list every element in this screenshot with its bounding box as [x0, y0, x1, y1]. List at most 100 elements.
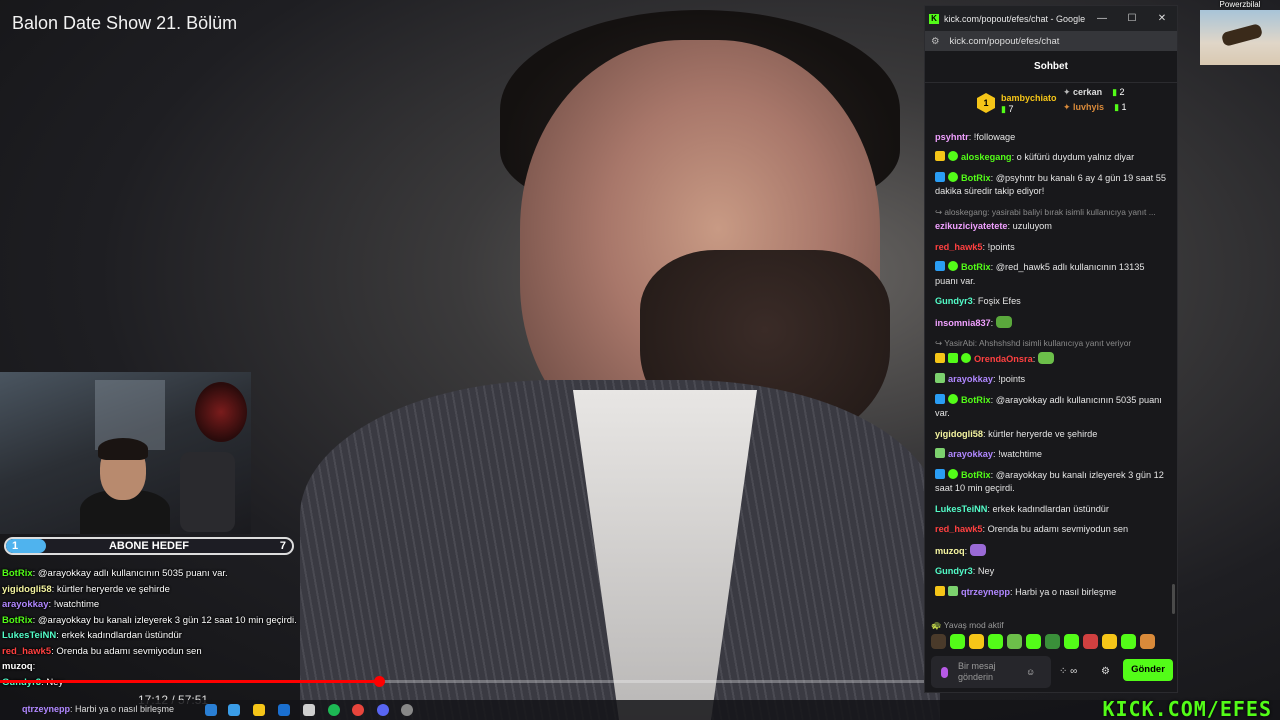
- chat-message[interactable]: insomnia837:: [935, 315, 1169, 331]
- message-input[interactable]: Bir mesaj gönderin: [958, 661, 1026, 683]
- overlay-chat-text: :: [32, 661, 36, 672]
- chat-username[interactable]: qtrzeynepp: [961, 587, 1010, 597]
- maximize-icon[interactable]: ☐: [1117, 13, 1147, 24]
- chat-message[interactable]: Gundyr3: Ney: [935, 565, 1169, 579]
- chat-username[interactable]: red_hawk5: [935, 242, 983, 252]
- quick-emote-icon[interactable]: [1045, 634, 1060, 649]
- address-bar[interactable]: ⚙ kick.com/popout/efes/chat: [925, 31, 1177, 51]
- settings-icon[interactable]: [401, 704, 413, 716]
- pip-video[interactable]: [1200, 10, 1280, 65]
- overlay-chat-text: : !watchtime: [48, 599, 100, 610]
- message-composer[interactable]: Bir mesaj gönderin ☺: [931, 656, 1051, 688]
- chat-username[interactable]: insomnia837: [935, 318, 991, 328]
- outlook-icon[interactable]: [278, 704, 290, 716]
- chat-message[interactable]: BotRix: @red_hawk5 adlı kullanıcının 131…: [935, 261, 1169, 288]
- chat-message[interactable]: arayokkay: !points: [935, 373, 1169, 387]
- chat-username[interactable]: psyhntr: [935, 132, 969, 142]
- chat-message[interactable]: BotRix: @arayokkay bu kanalı izleyerek 3…: [935, 468, 1169, 496]
- overlay-chat-text: : Orenda bu adamı sevmiyodun sen: [51, 645, 202, 657]
- video-player[interactable]: Balon Date Show 21. Bölüm 1 ABONE HEDEF …: [0, 0, 1280, 720]
- quick-emote-icon[interactable]: [1007, 634, 1022, 649]
- chat-message[interactable]: arayokkay: !watchtime: [935, 448, 1169, 462]
- quick-emote-icon[interactable]: [1083, 634, 1098, 649]
- leaderboard-first-name[interactable]: bambychiato: [1001, 93, 1057, 103]
- spotify-icon[interactable]: [328, 704, 340, 716]
- chat-message[interactable]: aloskegang: o küfürü duydum yalnız diyar: [935, 151, 1169, 165]
- edge-icon[interactable]: [205, 704, 217, 716]
- chat-username[interactable]: aloskegang: [961, 152, 1012, 162]
- site-info-icon[interactable]: ⚙: [931, 36, 940, 47]
- chat-username[interactable]: BotRix: [961, 173, 991, 183]
- chat-username[interactable]: Gundyr3: [935, 296, 973, 306]
- quick-emote-icon[interactable]: [1140, 634, 1155, 649]
- verified-badge-icon: [948, 171, 958, 182]
- chat-message[interactable]: ↪ YasirAbi: Ahshshshd isimli kullanıcıya…: [935, 337, 1169, 366]
- chat-username[interactable]: yigidogli58: [935, 429, 983, 439]
- chat-username[interactable]: arayokkay: [948, 374, 993, 384]
- emoji-picker-icon[interactable]: ☺: [1026, 667, 1035, 677]
- file-explorer-icon[interactable]: [253, 704, 265, 716]
- chat-username[interactable]: BotRix: [961, 262, 991, 272]
- chat-message-list[interactable]: ezikuziciyatetete: cevap niye vermion ya…: [925, 130, 1179, 606]
- quick-emote-icon[interactable]: [950, 634, 965, 649]
- chat-message[interactable]: yigidogli58: kürtler heryerde ve şehirde: [935, 428, 1169, 442]
- quick-emote-icon[interactable]: [1064, 634, 1079, 649]
- discord-icon[interactable]: [377, 704, 389, 716]
- chat-username[interactable]: BotRix: [961, 395, 991, 405]
- quick-emote-bar[interactable]: [931, 634, 1155, 649]
- chat-scrollbar[interactable]: [1172, 584, 1175, 614]
- overlay-chat-text: : @arayokkay adlı kullanıcının 5035 puan…: [32, 568, 228, 579]
- chat-username[interactable]: arayokkay: [948, 449, 993, 459]
- chat-settings-icon[interactable]: ⚙: [1101, 666, 1110, 677]
- chat-message[interactable]: BotRix: @arayokkay adlı kullanıcının 503…: [935, 393, 1169, 421]
- channel-watermark: KICK.COM/EFES: [1102, 697, 1272, 720]
- reply-context[interactable]: ↪ YasirAbi: Ahshshshd isimli kullanıcıya…: [935, 337, 1169, 351]
- chrome-icon[interactable]: [352, 704, 364, 716]
- chat-popout-window: K kick.com/popout/efes/chat - Google C..…: [924, 5, 1178, 693]
- chat-message[interactable]: red_hawk5: !points: [935, 241, 1169, 255]
- chat-message[interactable]: BotRix: @psyhntr bu kanalı 6 ay 4 gün 19…: [935, 171, 1169, 199]
- overlay-chat-text: : @arayokkay bu kanalı izleyerek 3 gün 1…: [32, 614, 297, 626]
- quick-emote-icon[interactable]: [969, 634, 984, 649]
- chat-username[interactable]: OrendaOnsra: [974, 354, 1033, 364]
- ticker-user: qtrzeynepp: [22, 704, 71, 714]
- close-icon[interactable]: ✕: [1147, 13, 1177, 24]
- chat-message[interactable]: Gundyr3: Foşix Efes: [935, 295, 1169, 309]
- chat-text: : Ney: [972, 566, 995, 576]
- window-title: kick.com/popout/efes/chat - Google C...: [944, 13, 1087, 24]
- copilot-icon[interactable]: [228, 704, 240, 716]
- quick-emote-icon[interactable]: [1026, 634, 1041, 649]
- chat-username[interactable]: Gundyr3: [935, 566, 973, 576]
- quick-emote-icon[interactable]: [988, 634, 1003, 649]
- reply-context[interactable]: ↪ aloskegang: yasirabi baliyi bırak isim…: [935, 206, 1169, 220]
- leaderboard-third[interactable]: ✦ luvhyis ▮ 1: [1063, 102, 1127, 113]
- chat-username[interactable]: muzoq: [935, 546, 965, 556]
- slow-mode-notice: 🐢 Yavaş mod aktif: [931, 620, 1004, 630]
- chat-message[interactable]: ↪ aloskegang: yasirabi baliyi bırak isim…: [935, 206, 1169, 234]
- chat-message[interactable]: LukesTeiNN: erkek kadındlardan üstündür: [935, 503, 1169, 517]
- chat-message[interactable]: muzoq:: [935, 543, 1169, 559]
- minimize-icon[interactable]: —: [1087, 13, 1117, 24]
- chat-message[interactable]: red_hawk5: Orenda bu adamı sevmiyodun se…: [935, 523, 1169, 537]
- chat-username[interactable]: LukesTeiNN: [935, 504, 987, 514]
- chat-username[interactable]: ezikuziciyatetete: [935, 221, 1008, 231]
- microphone-icon[interactable]: [941, 666, 948, 678]
- chat-username[interactable]: red_hawk5: [935, 524, 983, 534]
- quick-emote-icon[interactable]: [1121, 634, 1136, 649]
- chat-tools-icon[interactable]: ⁘ ∞: [1059, 666, 1077, 677]
- quick-emote-icon[interactable]: [1102, 634, 1117, 649]
- chat-text: : uzuluyom: [1007, 221, 1052, 231]
- chat-message[interactable]: psyhntr: !followage: [935, 131, 1169, 145]
- quick-emote-icon[interactable]: [931, 634, 946, 649]
- leaderboard-second[interactable]: ✦ cerkan ▮ 2: [1063, 87, 1125, 98]
- sub-goal-bar: 1 ABONE HEDEF 7: [4, 537, 294, 555]
- chat-message[interactable]: qtrzeynepp: Harbi ya o nasıl birleşme: [935, 585, 1169, 600]
- window-titlebar: K kick.com/popout/efes/chat - Google C..…: [925, 6, 1177, 31]
- streamer-webcam: [0, 372, 251, 534]
- app-icon[interactable]: [303, 704, 315, 716]
- chat-text: : !points: [982, 241, 1015, 252]
- chat-username[interactable]: BotRix: [961, 470, 991, 480]
- video-progress-bar[interactable]: [0, 676, 925, 687]
- send-button[interactable]: Gönder: [1123, 659, 1173, 681]
- taskbar: qtrzeynepp: Harbi ya o nasıl birleşme: [0, 700, 1280, 720]
